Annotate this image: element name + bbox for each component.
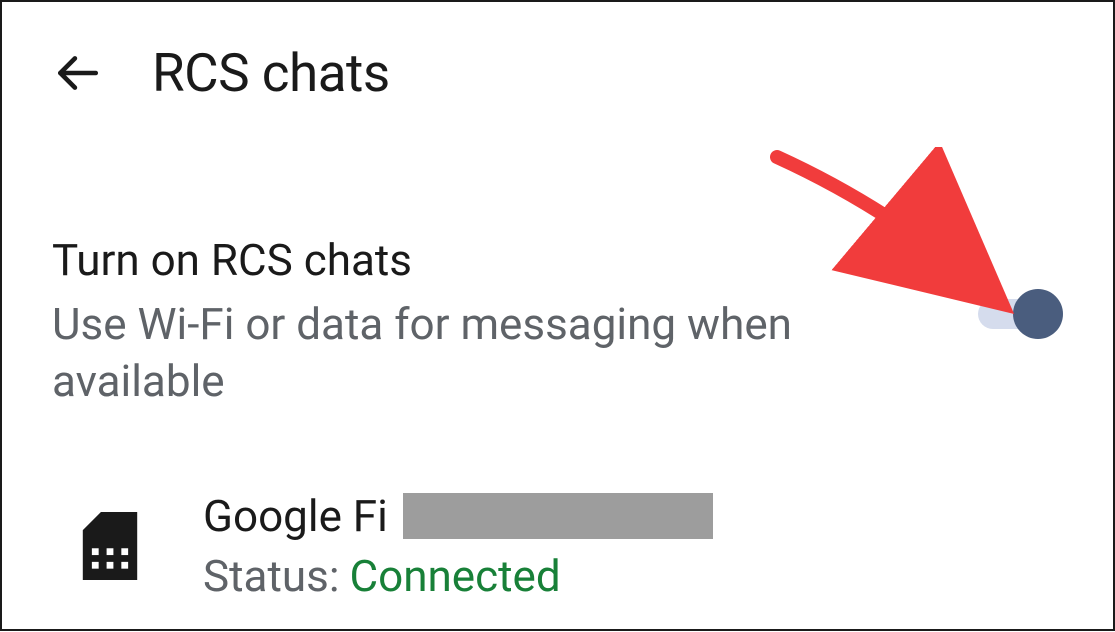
rcs-toggle-setting[interactable]: Turn on RCS chats Use Wi-Fi or data for … [2,134,1113,440]
sim-status-row[interactable]: Google Fi Status: Connected [2,440,1113,632]
header: RCS chats [2,2,1113,134]
page-title: RCS chats [152,42,390,104]
redacted-block [403,493,713,539]
sim-card-icon [82,512,138,580]
back-arrow-icon[interactable] [52,48,102,98]
setting-subtitle: Use Wi-Fi or data for messaging when ava… [52,296,938,410]
setting-text: Turn on RCS chats Use Wi-Fi or data for … [52,234,978,410]
toggle-thumb [1013,289,1063,339]
sim-carrier: Google Fi [203,490,388,542]
sim-status-value: Connected [349,550,560,602]
sim-status: Status: Connected [203,550,1063,602]
rcs-toggle[interactable] [978,289,1053,329]
setting-title: Turn on RCS chats [52,234,938,286]
sim-status-label: Status: [203,550,339,602]
sim-carrier-row: Google Fi [203,490,1063,542]
sim-text: Google Fi Status: Connected [203,490,1063,602]
